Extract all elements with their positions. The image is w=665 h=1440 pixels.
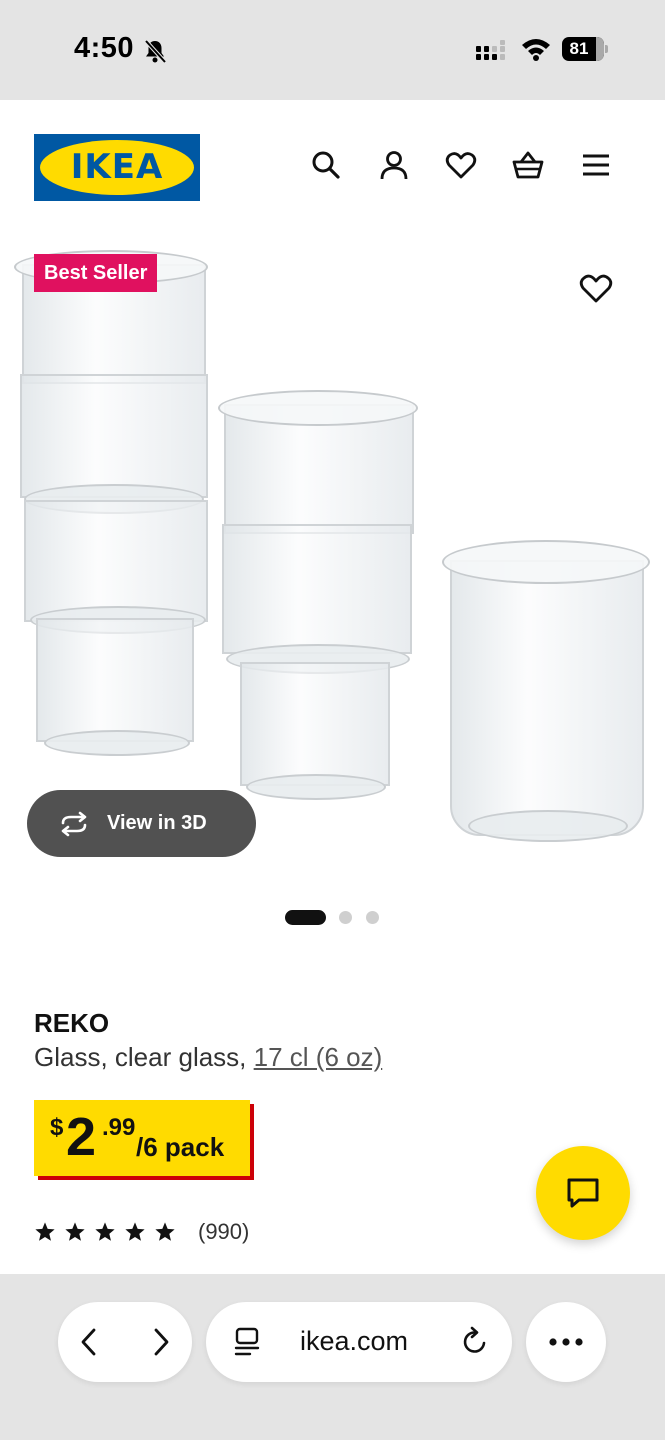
navigation-pill [58, 1302, 192, 1382]
status-time: 4:50 [74, 32, 135, 64]
product-size-link[interactable]: 17 cl (6 oz) [254, 1042, 383, 1072]
status-bar: 4:50 81 [0, 0, 665, 100]
price-tag: $ 2 .99 /6 pack [34, 1100, 254, 1180]
reload-icon[interactable] [460, 1326, 490, 1358]
chat-icon [567, 1178, 599, 1208]
product-type: Glass, clear glass, [34, 1042, 254, 1072]
review-count: (990) [198, 1219, 250, 1244]
star-icon [35, 1222, 55, 1241]
star-icon [155, 1222, 175, 1241]
product-name: REKO [34, 1008, 110, 1038]
url-text: ikea.com [300, 1326, 409, 1356]
more-options-button[interactable] [526, 1302, 606, 1382]
carousel-dot[interactable] [339, 911, 352, 924]
add-to-favorites-heart-icon[interactable] [578, 270, 614, 306]
carousel-dot-active[interactable] [285, 910, 326, 925]
ikea-logo[interactable]: IKEA [34, 134, 200, 201]
rotate-3d-icon [61, 811, 87, 836]
battery-icon: 81 [562, 37, 608, 61]
address-bar[interactable]: ikea.com [206, 1302, 512, 1382]
chat-button[interactable] [536, 1146, 630, 1240]
product-rating[interactable]: (990) [34, 1216, 249, 1248]
rating-stars [34, 1221, 184, 1243]
cellular-signal-icon [476, 40, 505, 60]
reader-icon[interactable] [232, 1326, 262, 1358]
forward-icon[interactable] [142, 1324, 178, 1360]
carousel-dot[interactable] [366, 911, 379, 924]
search-icon[interactable] [309, 148, 343, 182]
heart-icon[interactable] [444, 148, 478, 182]
star-icon [65, 1222, 85, 1241]
product-description: Glass, clear glass, 17 cl (6 oz) [34, 1042, 382, 1073]
carousel-indicator [0, 910, 665, 926]
account-icon[interactable] [377, 148, 411, 182]
site-header: IKEA [0, 100, 665, 234]
best-seller-badge: Best Seller [34, 254, 158, 292]
more-icon [549, 1338, 583, 1346]
view-in-3d-label: View in 3D [107, 812, 207, 834]
wifi-icon [522, 39, 550, 61]
star-icon [125, 1222, 145, 1241]
basket-icon[interactable] [511, 148, 545, 182]
price-currency: $ [50, 1114, 64, 1141]
browser-toolbar: ikea.com [0, 1274, 665, 1440]
battery-level: 81 [569, 39, 589, 58]
product-gallery[interactable]: Best Seller View in 3D [0, 234, 665, 884]
back-icon[interactable] [72, 1324, 108, 1360]
price-unit: /6 pack [136, 1132, 225, 1162]
price-integer: 2 [66, 1107, 96, 1167]
menu-icon[interactable] [579, 148, 613, 182]
logo-text: IKEA [70, 147, 164, 187]
price-decimal: .99 [102, 1114, 136, 1141]
view-in-3d-button[interactable]: View in 3D [27, 790, 256, 857]
bell-slash-icon [144, 39, 167, 64]
star-icon [95, 1222, 115, 1241]
